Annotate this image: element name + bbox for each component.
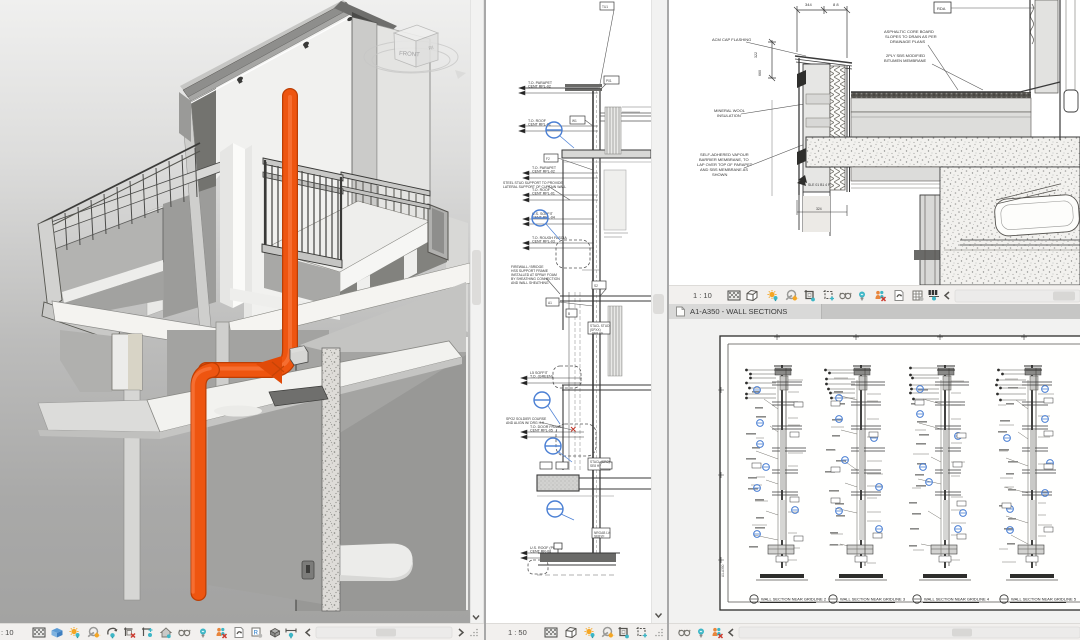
svg-text:CENT RPL-02: CENT RPL-02 — [528, 85, 551, 89]
svg-text:AND WALL SHEATHING: AND WALL SHEATHING — [511, 281, 549, 285]
svg-text:CENT RPL-05: CENT RPL-05 — [530, 429, 553, 433]
svg-text:DRAINAGE PLANS: DRAINAGE PLANS — [890, 39, 925, 44]
svg-text:SHOWN: SHOWN — [712, 172, 727, 177]
svg-text:RDA: RDA — [937, 6, 946, 11]
svg-text:CENT RPL-02: CENT RPL-02 — [532, 170, 555, 174]
svg-text:B: B — [568, 312, 570, 316]
svg-text:660: 660 — [758, 70, 762, 76]
svg-text:A1: A1 — [548, 301, 552, 305]
svg-text:INSULATION: INSULATION — [717, 113, 741, 118]
svg-text:: 10: : 10 — [1, 628, 14, 637]
svg-text:WALL SECTION NEAR GRIDLINE 2: WALL SECTION NEAR GRIDLINE 2 — [761, 597, 827, 602]
svg-text:WALL SECTION NEAR GRIDLINE 5: WALL SECTION NEAR GRIDLINE 5 — [1011, 597, 1077, 602]
svg-text:TU1: TU1 — [602, 5, 608, 9]
svg-text:8 8: 8 8 — [833, 2, 839, 7]
svg-text:WALL SECTION NEAR GRIDLINE 4: WALL SECTION NEAR GRIDLINE 4 — [924, 597, 990, 602]
svg-text:322: 322 — [754, 52, 758, 58]
svg-text:W1: W1 — [572, 119, 577, 123]
svg-text:324: 324 — [816, 207, 822, 211]
svg-text:344: 344 — [805, 2, 812, 7]
svg-text:SLE 01 B1 4 P.: SLE 01 B1 4 P. — [808, 183, 831, 187]
svg-text:WALL SECTION NEAR GRIDLINE 3: WALL SECTION NEAR GRIDLINE 3 — [840, 597, 906, 602]
svg-text:P01: P01 — [606, 79, 612, 83]
svg-text:A1-A350: A1-A350 — [721, 564, 725, 577]
svg-text:CENT RPL-03: CENT RPL-03 — [532, 240, 555, 244]
svg-text:S2: S2 — [594, 284, 598, 288]
svg-text:BITUMEN MEMBRANE: BITUMEN MEMBRANE — [884, 58, 927, 63]
svg-text:1 : 10: 1 : 10 — [693, 291, 712, 300]
svg-text:ACM CAP FLASHING: ACM CAP FLASHING — [712, 37, 751, 42]
svg-text:SE8 HF: SE8 HF — [590, 464, 601, 468]
svg-text:F2: F2 — [546, 157, 550, 161]
svg-text:LATERAL SUPPORT OF CURTAIN WAL: LATERAL SUPPORT OF CURTAIN WALL — [503, 185, 566, 189]
svg-text:1 : 50: 1 : 50 — [508, 628, 527, 637]
svg-text:CENT RPL-01: CENT RPL-01 — [532, 192, 555, 196]
svg-text:AND ALIGN W/ DRG H-6: AND ALIGN W/ DRG H-6 — [506, 421, 544, 425]
svg-text:T.O. (GREEN): T.O. (GREEN) — [530, 375, 553, 379]
svg-text:SE8 HF: SE8 HF — [592, 332, 603, 336]
svg-text:R: R — [254, 630, 259, 636]
svg-text:SEBYF: SEBYF — [594, 535, 605, 539]
